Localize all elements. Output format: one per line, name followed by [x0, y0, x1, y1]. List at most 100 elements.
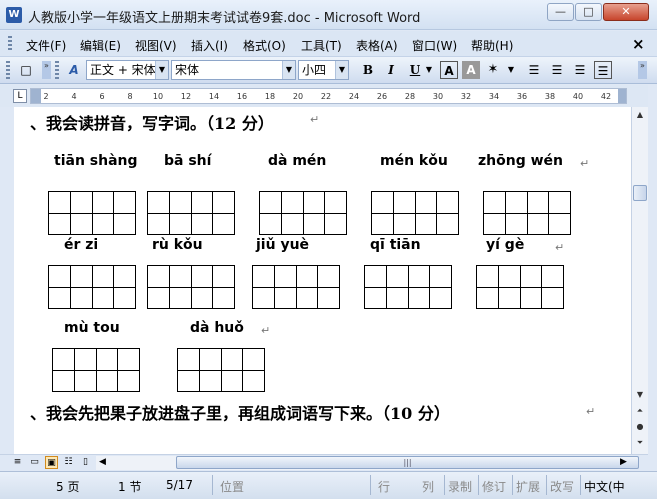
vertical-scroll-thumb[interactable]: [633, 185, 647, 201]
italic-button[interactable]: I: [382, 61, 400, 79]
minimize-button[interactable]: —: [547, 3, 574, 21]
scroll-down-icon[interactable]: ▼: [632, 387, 648, 403]
section-heading: 、我会先把果子放进盘子里，再组成词语写下来。（10 分）: [30, 404, 450, 423]
writing-grid[interactable]: [483, 191, 571, 235]
close-document-icon[interactable]: ×: [632, 35, 645, 53]
character-border-button[interactable]: A: [440, 61, 458, 79]
pinyin-label: qī tiān: [370, 237, 421, 253]
previous-page-icon[interactable]: ⏶: [632, 403, 648, 419]
scroll-up-icon[interactable]: ▲: [632, 107, 648, 123]
writing-grid[interactable]: [52, 348, 140, 392]
ruler-number: 24: [348, 92, 360, 101]
status-divider: [580, 475, 581, 495]
ruler-number: 22: [320, 92, 332, 101]
section-heading: 、我会读拼音，写字词。（12 分）: [30, 114, 274, 133]
status-divider: [478, 475, 479, 495]
writing-grid[interactable]: [371, 191, 459, 235]
scroll-right-icon[interactable]: ▶: [617, 456, 630, 469]
status-divider: [370, 475, 371, 495]
menu-help[interactable]: 帮助(H): [471, 37, 513, 54]
underline-dropdown-icon[interactable]: ▼: [424, 61, 434, 79]
ruler-number: 14: [208, 92, 220, 101]
toolbar-options-icon[interactable]: »: [42, 61, 51, 79]
character-shading-button[interactable]: A: [462, 61, 480, 79]
menu-file[interactable]: 文件(F): [26, 37, 66, 54]
toolbar-overflow-icon[interactable]: »: [638, 61, 647, 79]
writing-grid[interactable]: [476, 265, 564, 309]
writing-grid[interactable]: [147, 265, 235, 309]
menu-format[interactable]: 格式(O): [243, 37, 286, 54]
status-language[interactable]: 中文(中: [584, 478, 625, 495]
right-margin-marker[interactable]: [618, 89, 626, 103]
browse-object-icon[interactable]: ●: [632, 419, 648, 435]
writing-grid[interactable]: [147, 191, 235, 235]
status-bar: 5 页 1 节 5/17 位置 行 列 录制 修订 扩展 改写 中文(中: [0, 471, 657, 499]
horizontal-scrollbar[interactable]: ◀ ||| ▶: [96, 456, 639, 470]
ruler-number: 28: [404, 92, 416, 101]
outline-view-icon[interactable]: ☷: [62, 456, 75, 469]
justify-icon[interactable]: ☰: [594, 61, 612, 79]
reading-view-icon[interactable]: ▯: [79, 456, 92, 469]
normal-view-icon[interactable]: ≡: [11, 456, 24, 469]
writing-grid[interactable]: [252, 265, 340, 309]
align-left-icon[interactable]: ☰: [525, 61, 543, 79]
menu-table[interactable]: 表格(A): [356, 37, 398, 54]
style-dropdown[interactable]: 正文 + 宋体 ▼: [86, 60, 169, 80]
ruler-number: 30: [432, 92, 444, 101]
menu-insert[interactable]: 插入(I): [191, 37, 228, 54]
font-size-value: 小四: [302, 63, 327, 77]
effects-dropdown-icon[interactable]: ▼: [506, 61, 516, 79]
web-view-icon[interactable]: ▭: [28, 456, 41, 469]
pinyin-label: mén kǒu: [380, 153, 448, 169]
menu-view[interactable]: 视图(V): [135, 37, 177, 54]
status-track-changes[interactable]: 修订: [482, 478, 506, 495]
vertical-scrollbar[interactable]: ▲ ▼ ⏶ ● ⏷: [631, 107, 648, 454]
underline-button[interactable]: U: [406, 61, 424, 79]
title-bar: W 人教版小学一年级语文上册期末考试试卷9套.doc - Microsoft W…: [0, 0, 657, 30]
bold-button[interactable]: B: [359, 61, 377, 79]
text-effects-icon[interactable]: ✶: [484, 61, 502, 79]
menu-window[interactable]: 窗口(W): [412, 37, 457, 54]
writing-grid[interactable]: [177, 348, 265, 392]
font-value: 宋体: [175, 63, 200, 77]
toolbar-grip-icon[interactable]: [6, 61, 10, 79]
align-center-icon[interactable]: ☰: [548, 61, 566, 79]
chevron-down-icon[interactable]: ▼: [282, 61, 295, 79]
horizontal-scrollbar-area: ≡ ▭ ▣ ☷ ▯ ◀ ||| ▶: [0, 454, 648, 470]
status-page-count: 5/17: [166, 478, 193, 492]
chevron-down-icon[interactable]: ▼: [155, 61, 168, 79]
document-page[interactable]: 、我会读拼音，写字词。（12 分） ↵ tiān shàng bā shí dà…: [0, 107, 631, 454]
menu-edit[interactable]: 编辑(E): [80, 37, 121, 54]
styles-icon[interactable]: A: [65, 61, 83, 79]
new-document-icon[interactable]: □: [17, 61, 35, 79]
next-page-icon[interactable]: ⏷: [632, 435, 648, 451]
word-icon: W: [6, 7, 22, 23]
paragraph-mark: ↵: [310, 113, 320, 126]
writing-grid[interactable]: [48, 191, 136, 235]
formatting-toolbar: □ » A 正文 + 宋体 ▼ 宋体 ▼ 小四 ▼ B I U ▼ A A ✶ …: [0, 57, 657, 84]
status-extend[interactable]: 扩展: [516, 478, 540, 495]
menu-grip-icon[interactable]: [8, 36, 12, 52]
chevron-down-icon[interactable]: ▼: [335, 61, 348, 79]
status-overtype[interactable]: 改写: [550, 478, 574, 495]
close-button[interactable]: ✕: [603, 3, 649, 21]
align-right-icon[interactable]: ☰: [571, 61, 589, 79]
horizontal-ruler[interactable]: 2 4 6 8 10 12 14 16 18 20 22 24 26 28 30…: [30, 88, 627, 104]
pinyin-label: rù kǒu: [152, 237, 203, 253]
status-record[interactable]: 录制: [448, 478, 472, 495]
tab-stop-selector[interactable]: L: [13, 89, 27, 103]
pinyin-label: dà huǒ: [190, 320, 244, 336]
maximize-button[interactable]: □: [575, 3, 602, 21]
scroll-left-icon[interactable]: ◀: [96, 456, 109, 469]
writing-grid[interactable]: [259, 191, 347, 235]
font-size-dropdown[interactable]: 小四 ▼: [298, 60, 349, 80]
font-dropdown[interactable]: 宋体 ▼: [171, 60, 296, 80]
print-layout-icon[interactable]: ▣: [45, 456, 58, 469]
horizontal-scroll-thumb[interactable]: |||: [176, 456, 639, 469]
status-position: 位置: [220, 480, 245, 494]
toolbar-grip-icon[interactable]: [55, 61, 59, 79]
menu-tools[interactable]: 工具(T): [301, 37, 342, 54]
pinyin-label: jiǔ yuè: [256, 237, 310, 253]
writing-grid[interactable]: [48, 265, 136, 309]
writing-grid[interactable]: [364, 265, 452, 309]
